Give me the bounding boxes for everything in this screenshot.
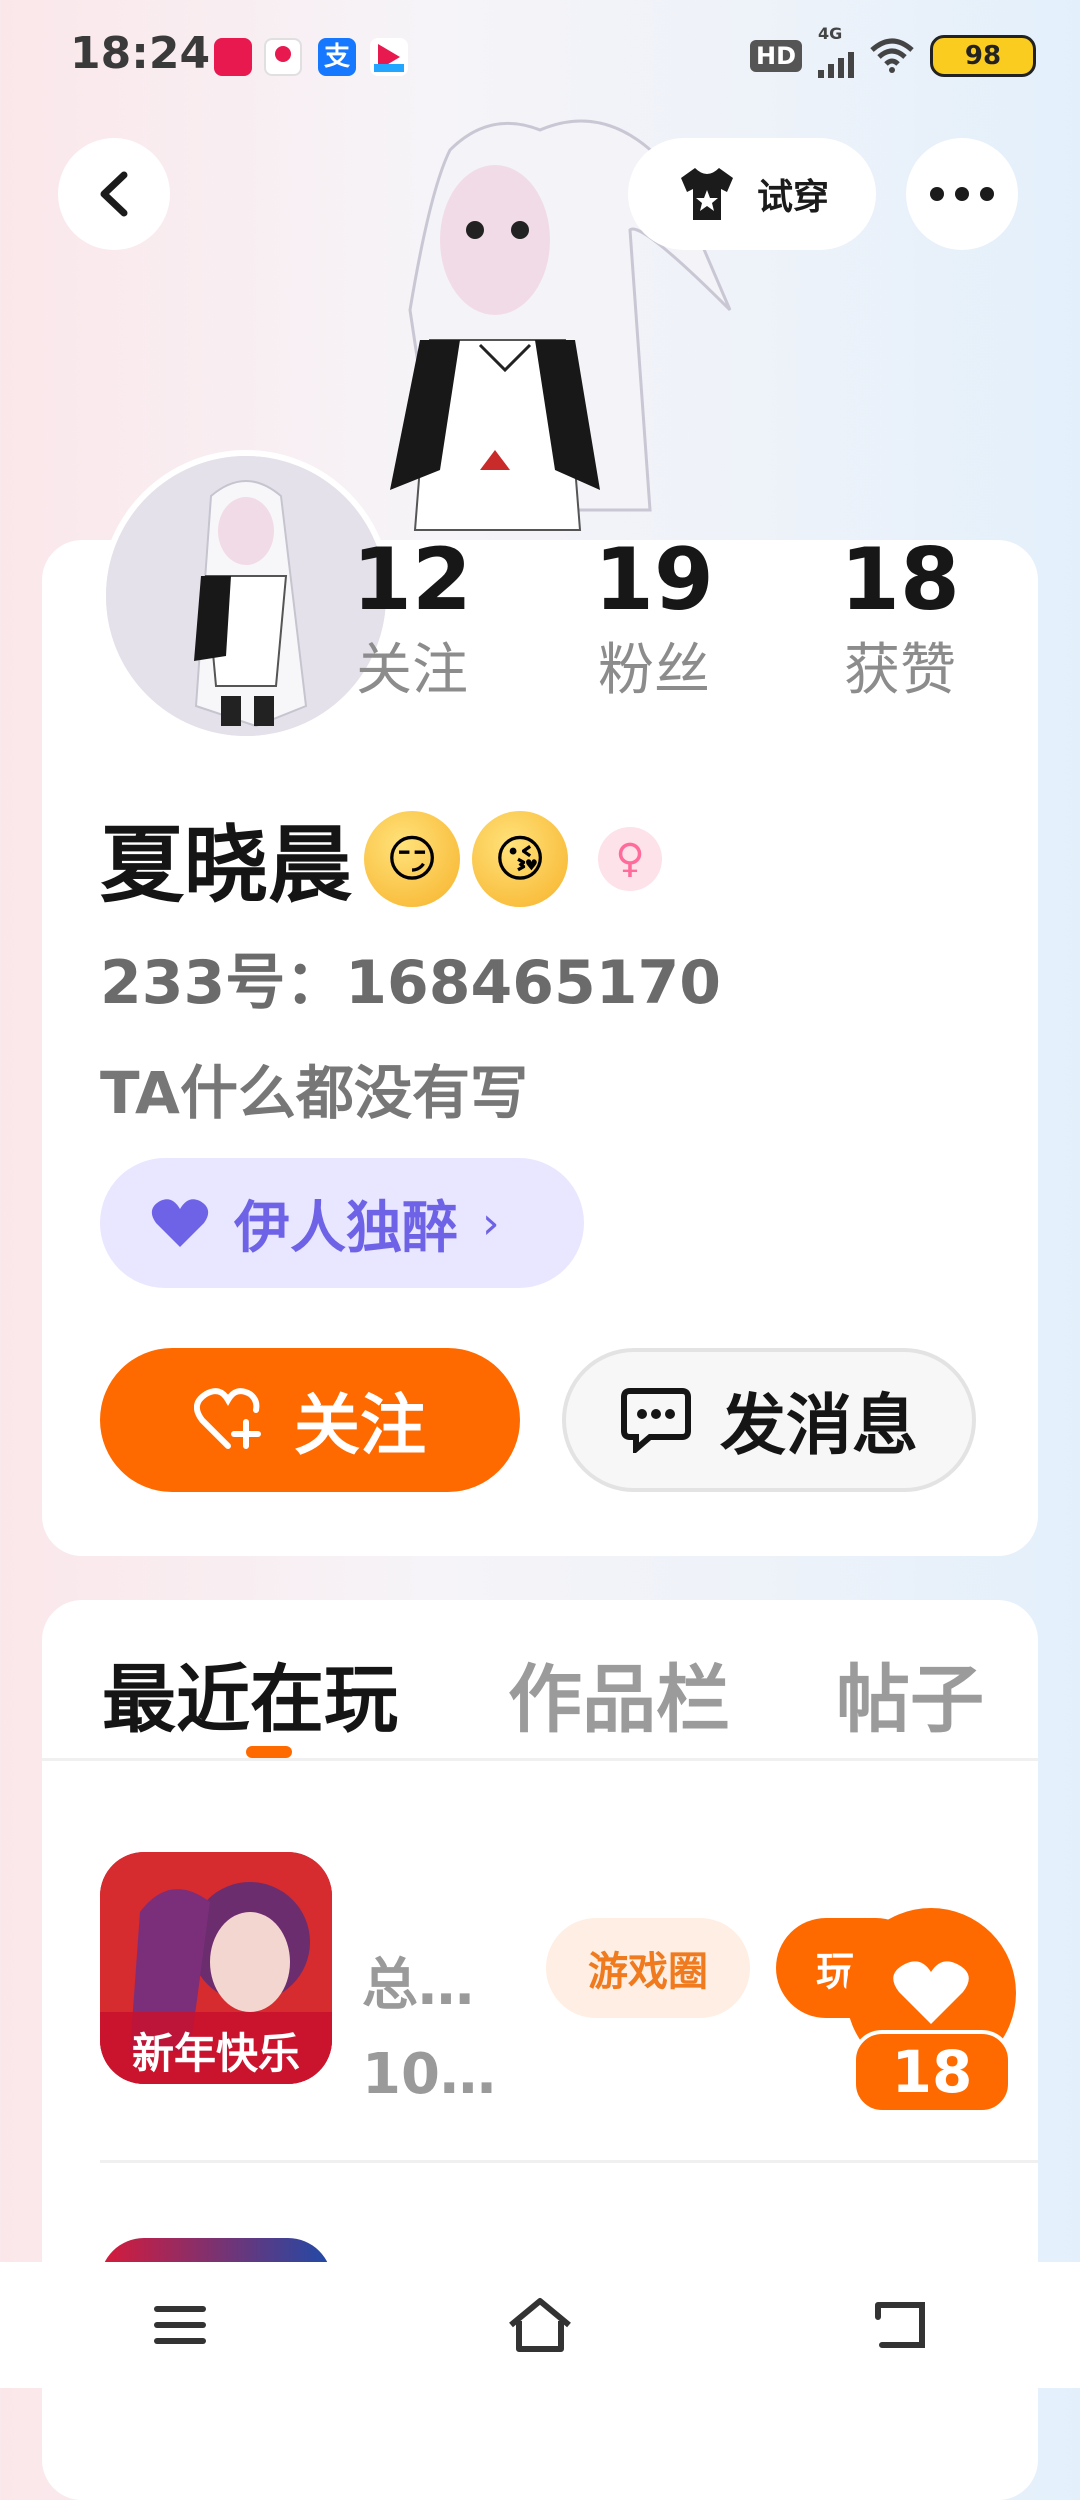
fans-label: 粉丝 <box>598 638 710 703</box>
system-nav-bar <box>0 2262 1080 2388</box>
heart-plus-icon <box>194 1388 261 1449</box>
follow-button[interactable]: 关注 <box>100 1348 520 1492</box>
nav-back-button[interactable] <box>845 2285 955 2365</box>
nav-home-button[interactable] <box>485 2285 595 2365</box>
map-pin-icon <box>264 38 302 76</box>
chevron-right-icon: › <box>482 1197 500 1249</box>
heart-icon <box>893 1961 969 2024</box>
app-icon-red <box>214 38 252 76</box>
status-icons: HD 4G 98 <box>750 24 1037 78</box>
message-button[interactable]: 发消息 <box>562 1348 976 1492</box>
like-count-badge: 18 <box>852 2030 1012 2114</box>
smirk-emoji-icon: 😏 <box>364 810 461 907</box>
female-gender-icon: ♀ <box>598 826 663 891</box>
try-on-button[interactable]: 试穿 <box>628 138 876 250</box>
fans-count: 19 <box>594 530 714 630</box>
back-button[interactable] <box>58 138 170 250</box>
follow-label: 关注 <box>294 1387 426 1464</box>
nav-menu-button[interactable] <box>125 2285 235 2365</box>
stat-following[interactable]: 12 关注 <box>312 530 512 706</box>
fan-group-label: 伊人独醉 <box>234 1195 458 1261</box>
wifi-icon <box>870 38 914 73</box>
stat-fans[interactable]: 19 粉丝 <box>554 530 754 706</box>
tab-posts[interactable]: 帖子 <box>836 1640 984 1747</box>
tshirt-icon <box>680 168 733 220</box>
cellular-signal-icon: 4G <box>818 24 855 78</box>
likes-count: 18 <box>840 530 960 630</box>
game-circle-button[interactable]: 游戏圈 <box>546 1918 750 2018</box>
tab-recently-played[interactable]: 最近在玩 <box>102 1640 398 1747</box>
following-label: 关注 <box>356 638 468 703</box>
active-tab-indicator <box>246 1746 292 1758</box>
game-icon[interactable]: 新年快乐 <box>100 1852 332 2084</box>
row-divider <box>100 2160 1038 2163</box>
try-on-label: 试穿 <box>756 177 829 218</box>
more-button[interactable] <box>906 138 1018 250</box>
game-title[interactable]: 总… <box>362 1940 474 2021</box>
status-time: 18:24 <box>70 28 211 79</box>
heart-icon <box>151 1199 209 1247</box>
hd-badge: HD <box>750 40 803 72</box>
blue-app-icon <box>370 38 408 76</box>
likes-label: 获赞 <box>844 638 956 703</box>
user-id: 233号：168465170 <box>100 948 721 1018</box>
home-icon <box>509 2298 571 2352</box>
back-icon <box>875 2302 925 2348</box>
more-dots-icon <box>930 187 994 201</box>
kiss-emoji-icon: 😘 <box>472 810 569 907</box>
battery-indicator: 98 <box>930 35 1037 77</box>
fan-group-badge[interactable]: 伊人独醉 › <box>100 1158 584 1288</box>
name-row: 夏晓晨 😏 😘 ♀ <box>100 798 663 919</box>
back-arrow-icon <box>100 171 128 217</box>
game-subtitle: 10… <box>362 2042 496 2107</box>
menu-icon <box>154 2306 206 2344</box>
user-name: 夏晓晨 <box>100 816 353 914</box>
following-count: 12 <box>352 530 472 630</box>
tab-works[interactable]: 作品栏 <box>508 1640 730 1747</box>
alipay-icon: 支 <box>318 38 356 76</box>
stat-likes[interactable]: 18 获赞 <box>800 530 1000 706</box>
user-bio: TA什么都没有写 <box>100 1059 528 1127</box>
game-icon-text: 新年快乐 <box>131 2029 300 2078</box>
message-label: 发消息 <box>720 1387 918 1464</box>
tabs-divider <box>42 1758 1038 1761</box>
chat-bubble-icon <box>621 1388 691 1453</box>
